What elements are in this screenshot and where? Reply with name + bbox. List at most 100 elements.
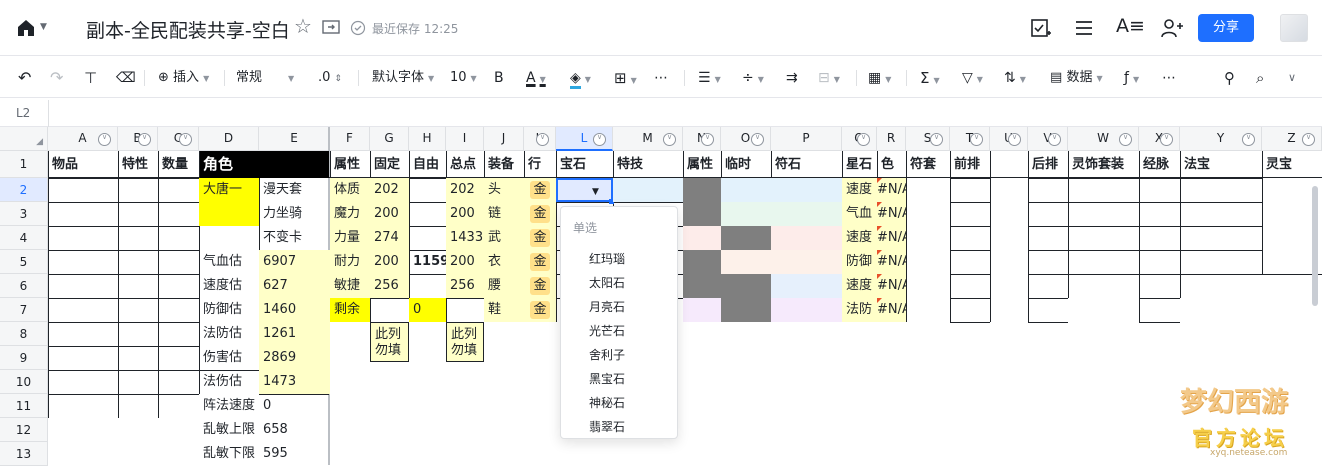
fixed-points[interactable]: 202: [370, 178, 409, 202]
dropdown-option[interactable]: 翡翠石: [589, 418, 625, 435]
row-header-3[interactable]: 3: [0, 202, 48, 226]
column-filter-icon[interactable]: ∨: [1008, 133, 1021, 146]
move-folder-icon[interactable]: [322, 19, 340, 35]
row-header-11[interactable]: 11: [0, 394, 48, 418]
fixed-points[interactable]: 256: [370, 274, 409, 298]
font-size-select[interactable]: 10 ▼: [450, 58, 477, 98]
char-field-value[interactable]: 627: [259, 274, 330, 298]
star-icon[interactable]: ☆: [294, 14, 312, 38]
dropdown-option[interactable]: 红玛瑙: [589, 250, 625, 267]
column-filter-icon[interactable]: ∨: [138, 133, 151, 146]
collapse-icon[interactable]: ∨: [1288, 58, 1296, 98]
char-field-value[interactable]: 不变卡: [259, 226, 330, 250]
format-painter-icon[interactable]: ⊤: [84, 58, 97, 98]
column-header-j[interactable]: J: [484, 127, 524, 151]
avatar[interactable]: [1280, 14, 1308, 42]
column-filter-icon[interactable]: ∨: [751, 133, 764, 146]
font-family-select[interactable]: 默认字体 ▼: [372, 58, 434, 98]
wrap-text-icon[interactable]: ⇉: [786, 58, 798, 98]
more-icon[interactable]: ⋯: [654, 58, 668, 98]
row-header-8[interactable]: 8: [0, 322, 48, 346]
char-field-value[interactable]: 1473: [259, 370, 330, 394]
row-header-2[interactable]: 2: [0, 178, 48, 202]
home-icon[interactable]: [16, 18, 36, 38]
char-field-value[interactable]: 658: [259, 418, 330, 442]
collaborators-icon[interactable]: [1160, 17, 1184, 39]
char-field-value[interactable]: 1261: [259, 322, 330, 346]
column-filter-icon[interactable]: ∨: [179, 133, 192, 146]
rune-cell[interactable]: [771, 298, 842, 322]
column-header-e[interactable]: E: [259, 127, 330, 151]
column-header-g[interactable]: G: [370, 127, 409, 151]
char-field-value[interactable]: 6907: [259, 250, 330, 274]
name-box[interactable]: L2: [16, 106, 30, 120]
task-add-icon[interactable]: [1030, 17, 1052, 39]
search-icon[interactable]: ⌕: [1256, 58, 1264, 98]
column-filter-icon[interactable]: ∨: [857, 133, 870, 146]
align-left-icon[interactable]: ☰ ▼: [698, 58, 721, 98]
column-header-d[interactable]: D: [199, 127, 259, 151]
insert-button[interactable]: ⊕ 插入 ▼: [158, 58, 209, 98]
vertical-align-icon[interactable]: ÷ ▼: [742, 58, 764, 98]
fixed-points[interactable]: 200: [370, 202, 409, 226]
dropdown-arrow-icon[interactable]: ▼: [592, 180, 599, 200]
dropdown-option[interactable]: 月亮石: [589, 298, 625, 315]
filter-icon[interactable]: ▽ ▼: [962, 58, 983, 98]
column-header-i[interactable]: I: [446, 127, 484, 151]
share-button[interactable]: 分享: [1198, 14, 1254, 42]
row-header-13[interactable]: 13: [0, 442, 48, 466]
column-filter-icon[interactable]: ∨: [1119, 133, 1132, 146]
row-header-5[interactable]: 5: [0, 250, 48, 274]
column-filter-icon[interactable]: ∨: [663, 133, 676, 146]
select-all-corner[interactable]: ◢: [0, 127, 48, 151]
rune-cell[interactable]: [771, 250, 842, 274]
conditional-format-icon[interactable]: ▦ ▼: [868, 58, 891, 98]
column-filter-icon[interactable]: ∨: [701, 133, 714, 146]
vertical-scrollbar[interactable]: [1312, 186, 1318, 306]
home-menu-icon[interactable]: ▼: [40, 22, 47, 32]
row-header-12[interactable]: 12: [0, 418, 48, 442]
char-field-value[interactable]: 1460: [259, 298, 330, 322]
column-header-s[interactable]: S: [906, 127, 950, 151]
row-header-1[interactable]: 1: [0, 151, 48, 178]
menu-icon[interactable]: [1074, 19, 1094, 37]
paint-icon[interactable]: ⚲: [1224, 58, 1235, 98]
column-header-r[interactable]: R: [877, 127, 906, 151]
undo-icon[interactable]: ↶: [18, 58, 31, 98]
column-header-f[interactable]: F: [330, 127, 370, 151]
char-field-value[interactable]: 0: [259, 394, 330, 418]
fixed-points[interactable]: 274: [370, 226, 409, 250]
column-filter-icon[interactable]: ∨: [1242, 133, 1255, 146]
dropdown-option[interactable]: 神秘石: [589, 394, 625, 411]
column-filter-icon[interactable]: ∨: [536, 133, 549, 146]
row-header-4[interactable]: 4: [0, 226, 48, 250]
fill-color-icon[interactable]: ◈ ▼: [570, 58, 591, 98]
validation-dropdown[interactable]: 单选 红玛瑙 太阳石 月亮石 光芒石 舍利子 黑宝石 神秘石 翡翠石: [560, 206, 678, 439]
bold-icon[interactable]: B: [494, 58, 504, 98]
row-header-9[interactable]: 9: [0, 346, 48, 370]
rune-cell[interactable]: [771, 202, 842, 226]
char-field-value[interactable]: 2869: [259, 346, 330, 370]
text-style-icon[interactable]: A≡: [1116, 15, 1145, 37]
function-icon[interactable]: ƒ ▼: [1124, 58, 1139, 98]
more-options-icon[interactable]: ⋯: [1162, 58, 1176, 98]
row-header-6[interactable]: 6: [0, 274, 48, 298]
dropdown-option[interactable]: 光芒石: [589, 322, 625, 339]
border-icon[interactable]: ⊞ ▼: [614, 58, 637, 98]
decimal-stepper[interactable]: .0 ⇕: [318, 58, 342, 98]
dropdown-option[interactable]: 太阳石: [589, 274, 625, 291]
column-filter-icon[interactable]: ∨: [1160, 133, 1173, 146]
row-header-10[interactable]: 10: [0, 370, 48, 394]
dropdown-option[interactable]: 舍利子: [589, 346, 625, 363]
column-header-h[interactable]: H: [409, 127, 446, 151]
data-menu[interactable]: ▤ 数据 ▼: [1050, 58, 1103, 98]
sort-icon[interactable]: ⇅ ▼: [1004, 58, 1026, 98]
rune-cell[interactable]: [771, 178, 842, 202]
rune-cell[interactable]: [771, 274, 842, 298]
row-header-7[interactable]: 7: [0, 298, 48, 322]
char-field-value[interactable]: 595: [259, 442, 330, 466]
eraser-icon[interactable]: ⌫: [116, 58, 136, 98]
column-filter-icon[interactable]: ∨: [98, 133, 111, 146]
sum-icon[interactable]: Σ ▼: [920, 58, 940, 98]
doc-title[interactable]: 副本-全民配装共享-空白: [86, 16, 290, 43]
